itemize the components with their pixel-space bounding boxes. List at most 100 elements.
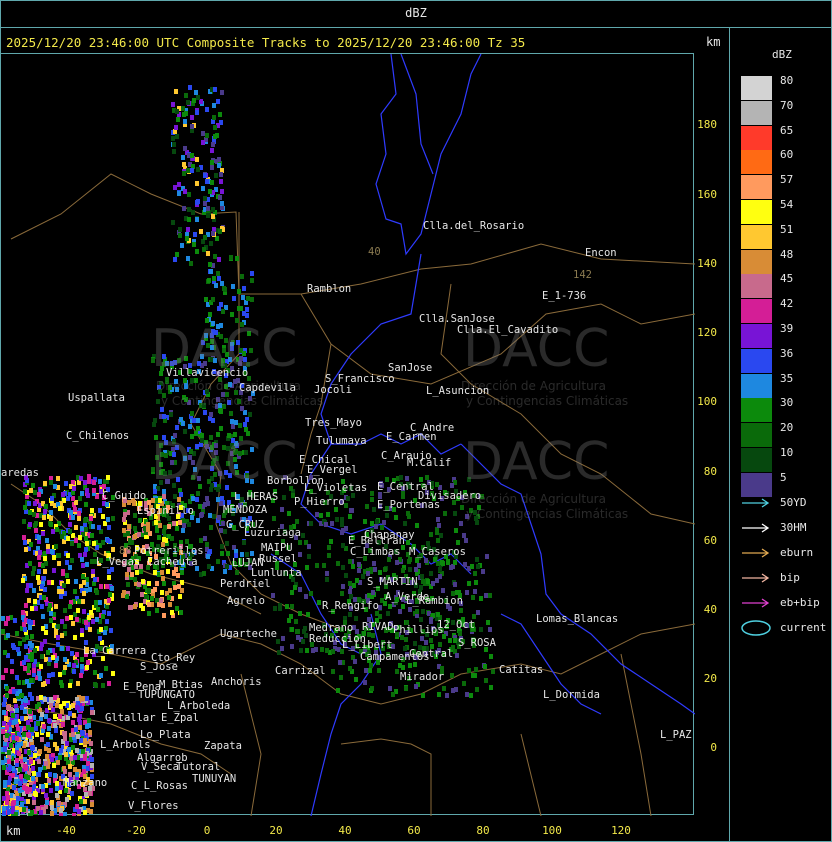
radar-echo-pixel bbox=[420, 636, 424, 641]
radar-echo-pixel bbox=[83, 799, 87, 804]
radar-echo-pixel bbox=[348, 581, 352, 586]
radar-echo-pixel bbox=[153, 570, 157, 575]
radar-echo-pixel bbox=[218, 229, 222, 234]
radar-echo-pixel bbox=[84, 547, 88, 552]
radar-echo-pixel bbox=[180, 570, 184, 575]
radar-echo-pixel bbox=[55, 786, 59, 791]
radar-echo-pixel bbox=[489, 654, 493, 659]
x-tick-label: 100 bbox=[542, 824, 562, 837]
radar-echo-pixel bbox=[28, 561, 32, 566]
radar-echo-pixel bbox=[49, 788, 53, 793]
radar-echo-pixel bbox=[41, 531, 45, 536]
radar-echo-pixel bbox=[68, 604, 72, 609]
radar-echo-pixel bbox=[21, 578, 25, 583]
radar-echo-pixel bbox=[298, 587, 302, 592]
radar-echo-pixel bbox=[7, 759, 11, 764]
radar-echo-pixel bbox=[90, 757, 94, 762]
radar-echo-pixel bbox=[86, 660, 90, 665]
radar-echo-pixel bbox=[15, 708, 19, 713]
radar-echo-pixel bbox=[443, 511, 447, 516]
radar-echo-pixel bbox=[315, 512, 319, 517]
radar-echo-pixel bbox=[188, 424, 192, 429]
radar-echo-pixel bbox=[40, 584, 44, 589]
radar-echo-pixel bbox=[209, 412, 213, 417]
radar-map-plot[interactable]: DACC Dirección de Agricultura y Continge… bbox=[0, 53, 717, 816]
radar-echo-pixel bbox=[85, 541, 89, 546]
radar-echo-pixel bbox=[20, 716, 24, 721]
radar-echo-pixel bbox=[41, 626, 45, 631]
radar-echo-pixel bbox=[61, 492, 65, 497]
radar-echo-pixel bbox=[12, 689, 16, 694]
track-label: 30HM bbox=[780, 521, 807, 534]
radar-echo-pixel bbox=[31, 571, 35, 576]
radar-echo-pixel bbox=[220, 281, 224, 286]
radar-echo-pixel bbox=[40, 654, 44, 659]
radar-echo-pixel bbox=[340, 591, 344, 596]
place-label: C_L_Rosas bbox=[131, 780, 188, 792]
radar-echo-pixel bbox=[168, 602, 172, 607]
radar-echo-pixel bbox=[30, 657, 34, 662]
radar-echo-pixel bbox=[219, 302, 223, 307]
radar-echo-pixel bbox=[234, 420, 238, 425]
radar-echo-pixel bbox=[175, 109, 179, 114]
place-label: Tutoral bbox=[176, 761, 221, 773]
radar-echo-pixel bbox=[250, 278, 254, 283]
y-tick-label: 100 bbox=[697, 395, 717, 408]
radar-echo-pixel bbox=[133, 534, 137, 539]
radar-echo-pixel bbox=[2, 765, 6, 770]
radar-echo-pixel bbox=[216, 497, 220, 502]
radar-echo-pixel bbox=[133, 577, 137, 582]
radar-echo-pixel bbox=[309, 591, 313, 596]
radar-echo-pixel bbox=[91, 524, 95, 529]
radar-echo-pixel bbox=[355, 578, 359, 583]
place-label: L_HERAS bbox=[234, 491, 279, 503]
place-label: Zapata bbox=[204, 740, 242, 752]
radar-echo-pixel bbox=[126, 582, 130, 587]
radar-echo-pixel bbox=[245, 313, 249, 318]
radar-echo-pixel bbox=[211, 297, 215, 302]
radar-echo-pixel bbox=[155, 528, 159, 533]
radar-echo-pixel bbox=[73, 755, 77, 760]
radar-echo-pixel bbox=[107, 598, 111, 603]
radar-echo-pixel bbox=[92, 480, 96, 485]
radar-echo-pixel bbox=[101, 614, 105, 619]
radar-echo-pixel bbox=[74, 538, 78, 543]
radar-echo-pixel bbox=[437, 692, 441, 697]
radar-echo-pixel bbox=[287, 618, 291, 623]
radar-echo-pixel bbox=[192, 418, 196, 423]
radar-echo-pixel bbox=[491, 669, 495, 674]
radar-echo-pixel bbox=[206, 206, 210, 211]
place-label: C_Guido bbox=[102, 490, 147, 502]
radar-echo-pixel bbox=[23, 540, 27, 545]
radar-echo-pixel bbox=[209, 525, 213, 530]
radar-echo-pixel bbox=[361, 574, 365, 579]
radar-echo-pixel bbox=[5, 693, 9, 698]
radar-echo-pixel bbox=[49, 516, 53, 521]
radar-echo-pixel bbox=[18, 767, 22, 772]
radar-echo-pixel bbox=[459, 521, 463, 526]
radar-echo-pixel bbox=[229, 255, 233, 260]
radar-echo-pixel bbox=[52, 555, 56, 560]
radar-echo-pixel bbox=[141, 579, 145, 584]
radar-echo-pixel bbox=[183, 119, 187, 124]
radar-echo-pixel bbox=[331, 649, 335, 654]
radar-echo-pixel bbox=[61, 722, 65, 727]
radar-echo-pixel bbox=[101, 683, 105, 688]
radar-echo-pixel bbox=[107, 525, 111, 530]
radar-echo-pixel bbox=[39, 646, 43, 651]
legend-label: 48 bbox=[780, 247, 794, 261]
radar-echo-pixel bbox=[16, 796, 20, 801]
y-tick-label: 180 bbox=[697, 118, 717, 131]
radar-echo-pixel bbox=[445, 693, 449, 698]
place-label: C_Chilenos bbox=[66, 430, 130, 442]
radar-echo-pixel bbox=[417, 563, 421, 568]
radar-echo-pixel bbox=[78, 714, 82, 719]
radar-echo-pixel bbox=[370, 497, 374, 502]
radar-echo-pixel bbox=[473, 589, 477, 594]
legend-label: 42 bbox=[780, 297, 794, 311]
place-label: Gltallar bbox=[105, 712, 156, 724]
radar-echo-pixel bbox=[453, 638, 457, 643]
radar-echo-pixel bbox=[68, 565, 72, 570]
radar-echo-pixel bbox=[471, 595, 475, 600]
radar-echo-pixel bbox=[80, 628, 84, 633]
